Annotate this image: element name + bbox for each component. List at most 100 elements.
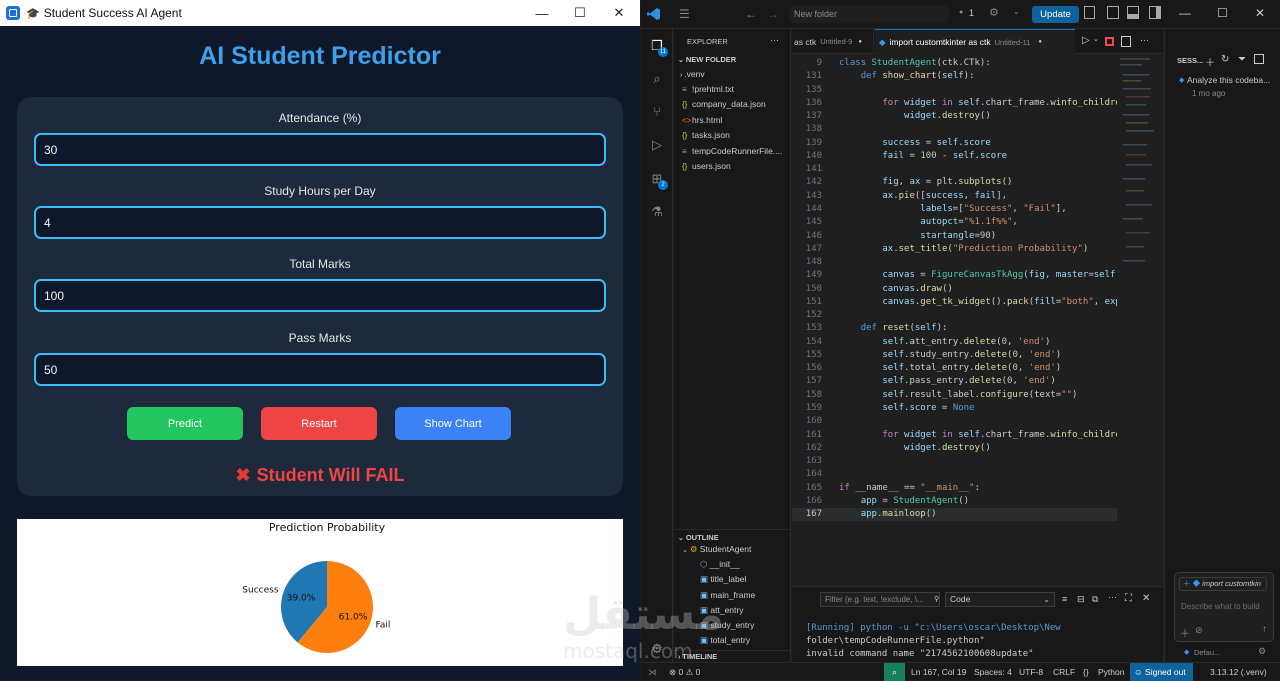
tab-untitled-11[interactable]: ◆ import customtkinter as ctk Untitled-1… [875, 29, 1075, 54]
chat-input-box[interactable]: ＋ ◆ import customtkin Describe what to b… [1174, 572, 1274, 642]
filter-icon[interactable]: ⏷ [1238, 54, 1246, 65]
send-icon[interactable]: ↑ [1262, 624, 1267, 635]
toggle-secondary-sidebar-icon[interactable] [1149, 6, 1161, 19]
context-chip[interactable]: ＋ ◆ import customtkin [1179, 577, 1267, 591]
filter-icon[interactable]: ⚲ [934, 595, 939, 603]
code-line[interactable]: 142 fig, ax = plt.subplots() [792, 176, 1117, 189]
close-button[interactable]: ✕ [599, 0, 639, 26]
study-hours-input[interactable]: 4 [34, 206, 606, 239]
code-line[interactable]: 167 app.mainloop() [792, 508, 1117, 522]
code-line[interactable]: 138 [792, 123, 1117, 136]
more-actions-icon[interactable]: ··· [1108, 592, 1117, 602]
toggle-panel-icon[interactable] [1127, 6, 1139, 19]
file-item[interactable]: {} company_data.json [674, 99, 791, 114]
outline-item[interactable]: ⬡ __init__ [674, 559, 791, 574]
code-line[interactable]: 136 for widget in self.chart_frame.winfo… [792, 97, 1117, 110]
close-panel-icon[interactable]: ✕ [1142, 593, 1150, 604]
chevron-down-icon[interactable]: ⌄ [1013, 7, 1020, 16]
attendance-input[interactable]: 30 [34, 133, 606, 166]
show-chart-button[interactable]: Show Chart [395, 407, 511, 440]
file-item[interactable]: {} tasks.json [674, 130, 791, 145]
code-line[interactable]: 165 if __name__ == "__main__": [792, 482, 1117, 495]
code-line[interactable]: 143 ax.pie([success, fail], [792, 190, 1117, 203]
maximize-button[interactable]: ☐ [560, 0, 600, 26]
add-context-icon[interactable]: ＋ [1180, 625, 1190, 640]
chevron-down-icon[interactable]: ⌄ [1093, 35, 1099, 43]
code-line[interactable]: 158 self.result_label.configure(text="") [792, 389, 1117, 402]
stop-icon[interactable] [1105, 37, 1114, 46]
code-line[interactable]: 157 self.pass_entry.delete(0, 'end') [792, 375, 1117, 388]
file-item[interactable]: ≡ tempCodeRunnerFile.... [674, 146, 791, 161]
minimize-button[interactable]: — [522, 0, 562, 26]
predict-button[interactable]: Predict [127, 407, 243, 440]
filter-input[interactable]: Filter (e.g. text, !exclude, \... [820, 592, 940, 607]
source-control-icon[interactable]: ⑂ [649, 104, 665, 120]
restart-button[interactable]: Restart [261, 407, 377, 440]
file-item[interactable]: <>hrs.html [674, 115, 791, 130]
code-line[interactable]: 153 def reset(self): [792, 322, 1117, 335]
pass-marks-input[interactable]: 50 [34, 353, 606, 386]
clear-output-icon[interactable]: ≡ [1062, 594, 1067, 604]
folder-header[interactable]: ⌄ NEW FOLDER [674, 55, 791, 70]
file-item[interactable]: {} users.json [674, 161, 791, 176]
open-editor-icon[interactable]: ⧉ [1092, 594, 1098, 605]
line-ending[interactable]: CRLF [1053, 663, 1075, 681]
update-button[interactable]: Update [1032, 6, 1079, 23]
run-debug-icon[interactable]: ▷ [649, 137, 665, 153]
code-line[interactable]: 162 widget.destroy() [792, 442, 1117, 455]
code-line[interactable]: 160 [792, 415, 1117, 428]
mode-select[interactable]: Defau... [1194, 648, 1220, 657]
lock-scroll-icon[interactable]: ⊟ [1077, 594, 1085, 605]
back-arrow-icon[interactable]: ← [745, 7, 757, 21]
copilot-icon[interactable]: ⚙ [989, 6, 999, 19]
code-line[interactable]: 163 [792, 455, 1117, 468]
encoding[interactable]: UTF-8 [1019, 663, 1043, 681]
code-line[interactable]: 144 labels=["Success", "Fail"], [792, 203, 1117, 216]
cursor-position[interactable]: Ln 167, Col 19 [911, 663, 966, 681]
menu-icon[interactable]: ☰ [679, 7, 690, 21]
layout-icon[interactable] [1254, 54, 1264, 64]
tools-icon[interactable]: ⊘ [1195, 625, 1203, 636]
code-line[interactable]: 159 self.score = None [792, 402, 1117, 415]
zoom-icon[interactable]: ⌕ [884, 663, 905, 681]
code-line[interactable]: 145 autopct="%1.1f%%", [792, 216, 1117, 229]
brackets-icon[interactable]: {} [1083, 663, 1089, 681]
testing-icon[interactable]: ⚗ [649, 204, 665, 220]
code-line[interactable]: 147 ax.set_title("Prediction Probability… [792, 243, 1117, 256]
outline-item[interactable]: ⌄ ⚙ StudentAgent [674, 544, 791, 559]
window-maximize-button[interactable]: ☐ [1217, 6, 1228, 20]
code-line[interactable]: 149 canvas = FigureCanvasTkAgg(fig, mast… [792, 269, 1117, 282]
outline-header[interactable]: ⌄ OUTLINE [674, 529, 791, 544]
command-center[interactable]: New folder [789, 5, 949, 23]
code-line[interactable]: 152 [792, 309, 1117, 322]
code-line[interactable]: 150 canvas.draw() [792, 283, 1117, 296]
code-line[interactable]: 131 def show_chart(self): [792, 70, 1117, 83]
maximize-panel-icon[interactable]: ⛶ [1125, 593, 1132, 604]
indentation[interactable]: Spaces: 4 [974, 663, 1012, 681]
code-line[interactable]: 139 success = self.score [792, 137, 1117, 150]
code-line[interactable]: 156 self.total_entry.delete(0, 'end') [792, 362, 1117, 375]
code-line[interactable]: 164 [792, 468, 1117, 481]
code-line[interactable]: 148 [792, 256, 1117, 269]
code-line[interactable]: 137 widget.destroy() [792, 110, 1117, 123]
code-line[interactable]: 155 self.study_entry.delete(0, 'end') [792, 349, 1117, 362]
code-area[interactable]: 9 class StudentAgent(ctk.CTk): 131 def sho… [792, 54, 1117, 585]
tab-untitled-9[interactable]: as ctk Untitled-9 ● [792, 29, 874, 54]
code-line[interactable]: 151 canvas.get_tk_widget().pack(fill="bo… [792, 296, 1117, 309]
output-channel-select[interactable]: Code ⌄ [945, 592, 1055, 607]
code-line[interactable]: 146 startangle=90) [792, 230, 1117, 243]
search-icon[interactable]: ⌕ [649, 71, 665, 87]
toggle-sidebar-icon[interactable] [1084, 6, 1095, 19]
file-item[interactable]: › .venv [674, 69, 791, 84]
code-line[interactable]: 9 class StudentAgent(ctk.CTk): [792, 57, 1117, 70]
python-interpreter[interactable]: 3.13.12 (.venv) [1210, 663, 1267, 681]
account-status[interactable]: ☺ Signed out [1130, 663, 1193, 681]
code-line[interactable]: 161 for widget in self.chart_frame.winfo… [792, 429, 1117, 442]
file-item[interactable]: ≡ !prehtml.txt [674, 84, 791, 99]
total-marks-input[interactable]: 100 [34, 279, 606, 312]
refresh-icon[interactable]: ↻ [1221, 54, 1229, 65]
forward-arrow-icon[interactable]: → [767, 7, 779, 21]
window-close-button[interactable]: ✕ [1255, 6, 1265, 20]
more-actions-icon[interactable]: ··· [1140, 35, 1149, 45]
code-line[interactable]: 135 [792, 84, 1117, 97]
